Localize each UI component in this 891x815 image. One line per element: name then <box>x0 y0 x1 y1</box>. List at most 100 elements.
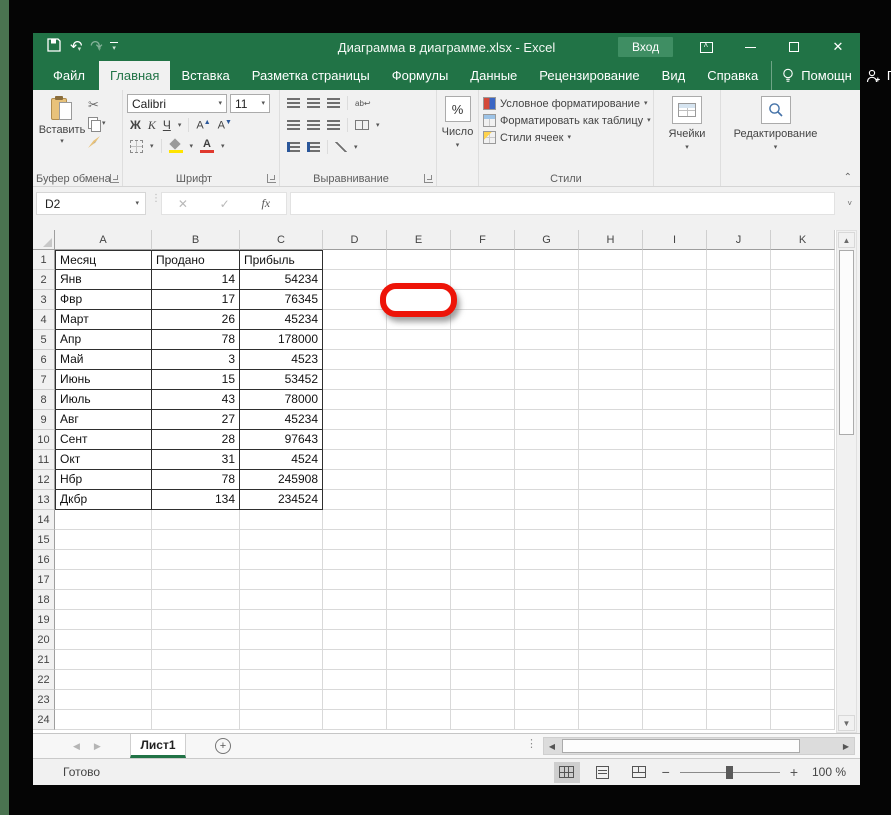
borders-icon[interactable] <box>130 139 143 153</box>
row-header-19[interactable]: 19 <box>33 610 55 630</box>
cell-G10[interactable] <box>515 430 579 450</box>
cell-F9[interactable] <box>451 410 515 430</box>
cell-I12[interactable] <box>643 470 707 490</box>
cell-F24[interactable] <box>451 710 515 730</box>
page-break-view-button[interactable] <box>626 762 652 783</box>
cell-H17[interactable] <box>579 570 643 590</box>
cell-C15[interactable] <box>240 530 323 550</box>
formula-bar-grip[interactable]: ⋮ <box>151 194 161 204</box>
close-button[interactable]: ✕ <box>816 33 860 61</box>
cell-K23[interactable] <box>771 690 835 710</box>
column-header-F[interactable]: F <box>451 230 515 250</box>
cell-G5[interactable] <box>515 330 579 350</box>
ribbon-display-options-button[interactable] <box>684 33 728 61</box>
cell-J1[interactable] <box>707 250 771 270</box>
cell-I4[interactable] <box>643 310 707 330</box>
tab-Рецензирование[interactable]: Рецензирование <box>528 61 650 90</box>
decrease-indent-button[interactable] <box>287 142 300 152</box>
cell-F16[interactable] <box>451 550 515 570</box>
cell-E19[interactable] <box>387 610 451 630</box>
zoom-slider[interactable] <box>679 765 780 779</box>
cell-C23[interactable] <box>240 690 323 710</box>
column-header-I[interactable]: I <box>643 230 707 250</box>
row-header-7[interactable]: 7 <box>33 370 55 390</box>
row-header-6[interactable]: 6 <box>33 350 55 370</box>
cell-G6[interactable] <box>515 350 579 370</box>
share-button[interactable]: Поделиться <box>866 61 891 90</box>
underline-dropdown-caret[interactable]: ▾ <box>178 122 182 129</box>
cell-K24[interactable] <box>771 710 835 730</box>
cell-H20[interactable] <box>579 630 643 650</box>
cell-F4[interactable] <box>451 310 515 330</box>
cell-K4[interactable] <box>771 310 835 330</box>
row-header-11[interactable]: 11 <box>33 450 55 470</box>
cell-E1[interactable] <box>387 250 451 270</box>
cell-G23[interactable] <box>515 690 579 710</box>
cell-A20[interactable] <box>55 630 152 650</box>
paste-dropdown-caret[interactable]: ▾ <box>60 138 64 145</box>
cell-F13[interactable] <box>451 490 515 510</box>
cell-J3[interactable] <box>707 290 771 310</box>
cell-I3[interactable] <box>643 290 707 310</box>
cell-K13[interactable] <box>771 490 835 510</box>
scroll-right-arrow[interactable]: ▶ <box>838 738 854 754</box>
cell-E15[interactable] <box>387 530 451 550</box>
cell-D17[interactable] <box>323 570 387 590</box>
clipboard-dialog-launcher[interactable] <box>110 174 119 183</box>
cell-I13[interactable] <box>643 490 707 510</box>
cell-G22[interactable] <box>515 670 579 690</box>
wrap-text-button[interactable]: ab↩ <box>355 99 371 108</box>
cell-D22[interactable] <box>323 670 387 690</box>
cell-C4[interactable]: 45234 <box>240 310 323 330</box>
tab-Данные[interactable]: Данные <box>459 61 528 90</box>
cell-I2[interactable] <box>643 270 707 290</box>
cell-A6[interactable]: Май <box>55 350 152 370</box>
cell-C3[interactable]: 76345 <box>240 290 323 310</box>
cell-E16[interactable] <box>387 550 451 570</box>
cell-A19[interactable] <box>55 610 152 630</box>
cell-F3[interactable] <box>451 290 515 310</box>
cell-J11[interactable] <box>707 450 771 470</box>
cell-D11[interactable] <box>323 450 387 470</box>
cell-K19[interactable] <box>771 610 835 630</box>
cell-E6[interactable] <box>387 350 451 370</box>
zoom-out-button[interactable]: − <box>662 764 670 780</box>
cell-A16[interactable] <box>55 550 152 570</box>
cell-B16[interactable] <box>152 550 240 570</box>
cell-D2[interactable] <box>323 270 387 290</box>
fill-color-icon[interactable] <box>168 140 183 153</box>
cell-E21[interactable] <box>387 650 451 670</box>
cell-I7[interactable] <box>643 370 707 390</box>
cell-A24[interactable] <box>55 710 152 730</box>
alignment-dialog-launcher[interactable] <box>424 174 433 183</box>
cell-D7[interactable] <box>323 370 387 390</box>
cell-B17[interactable] <box>152 570 240 590</box>
row-header-9[interactable]: 9 <box>33 410 55 430</box>
cell-A10[interactable]: Сент <box>55 430 152 450</box>
row-header-12[interactable]: 12 <box>33 470 55 490</box>
cell-E10[interactable] <box>387 430 451 450</box>
vertical-scrollbar[interactable]: ▲ ▼ <box>836 230 857 733</box>
horizontal-scrollbar[interactable]: ◀ ▶ <box>543 737 855 755</box>
cell-C8[interactable]: 78000 <box>240 390 323 410</box>
cell-B1[interactable]: Продано <box>152 250 240 270</box>
expand-formula-bar-chevron[interactable]: ˅ <box>847 199 852 208</box>
cell-F5[interactable] <box>451 330 515 350</box>
cell-A1[interactable]: Месяц <box>55 250 152 270</box>
cell-D23[interactable] <box>323 690 387 710</box>
column-header-G[interactable]: G <box>515 230 579 250</box>
cell-K16[interactable] <box>771 550 835 570</box>
cell-K8[interactable] <box>771 390 835 410</box>
cell-B6[interactable]: 3 <box>152 350 240 370</box>
cell-D10[interactable] <box>323 430 387 450</box>
cell-D16[interactable] <box>323 550 387 570</box>
cell-F23[interactable] <box>451 690 515 710</box>
row-header-8[interactable]: 8 <box>33 390 55 410</box>
cell-B4[interactable]: 26 <box>152 310 240 330</box>
row-header-4[interactable]: 4 <box>33 310 55 330</box>
sheet-tab-list1[interactable]: Лист1 <box>130 734 186 758</box>
cut-button[interactable]: ✂ <box>88 97 106 111</box>
cell-H5[interactable] <box>579 330 643 350</box>
cell-C10[interactable]: 97643 <box>240 430 323 450</box>
cell-H13[interactable] <box>579 490 643 510</box>
